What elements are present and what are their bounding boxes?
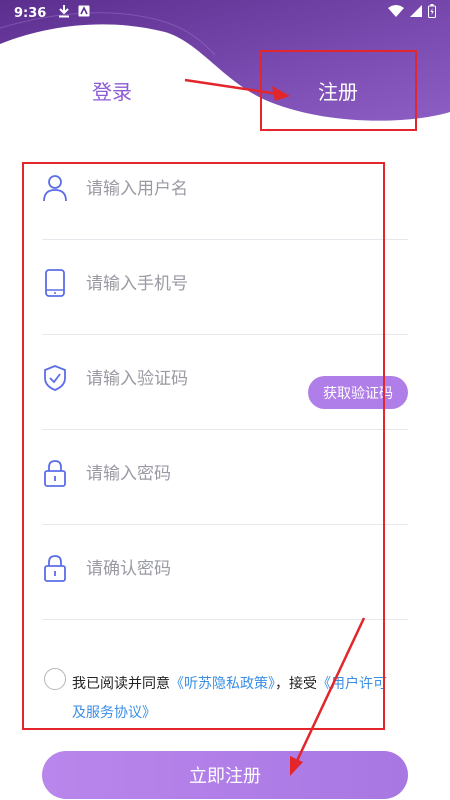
status-time: 9:36: [14, 5, 47, 21]
wifi-icon: [388, 5, 404, 21]
annotation-box-tab: [260, 50, 417, 131]
app-notification-icon: [78, 5, 90, 21]
annotation-box-form: [22, 162, 385, 730]
tab-login[interactable]: 登录: [92, 76, 132, 105]
signal-icon: [410, 5, 422, 21]
status-bar: 9:36: [0, 0, 450, 26]
download-icon: [58, 4, 70, 22]
register-submit-button[interactable]: 立即注册: [42, 751, 408, 799]
battery-icon: [428, 4, 436, 22]
